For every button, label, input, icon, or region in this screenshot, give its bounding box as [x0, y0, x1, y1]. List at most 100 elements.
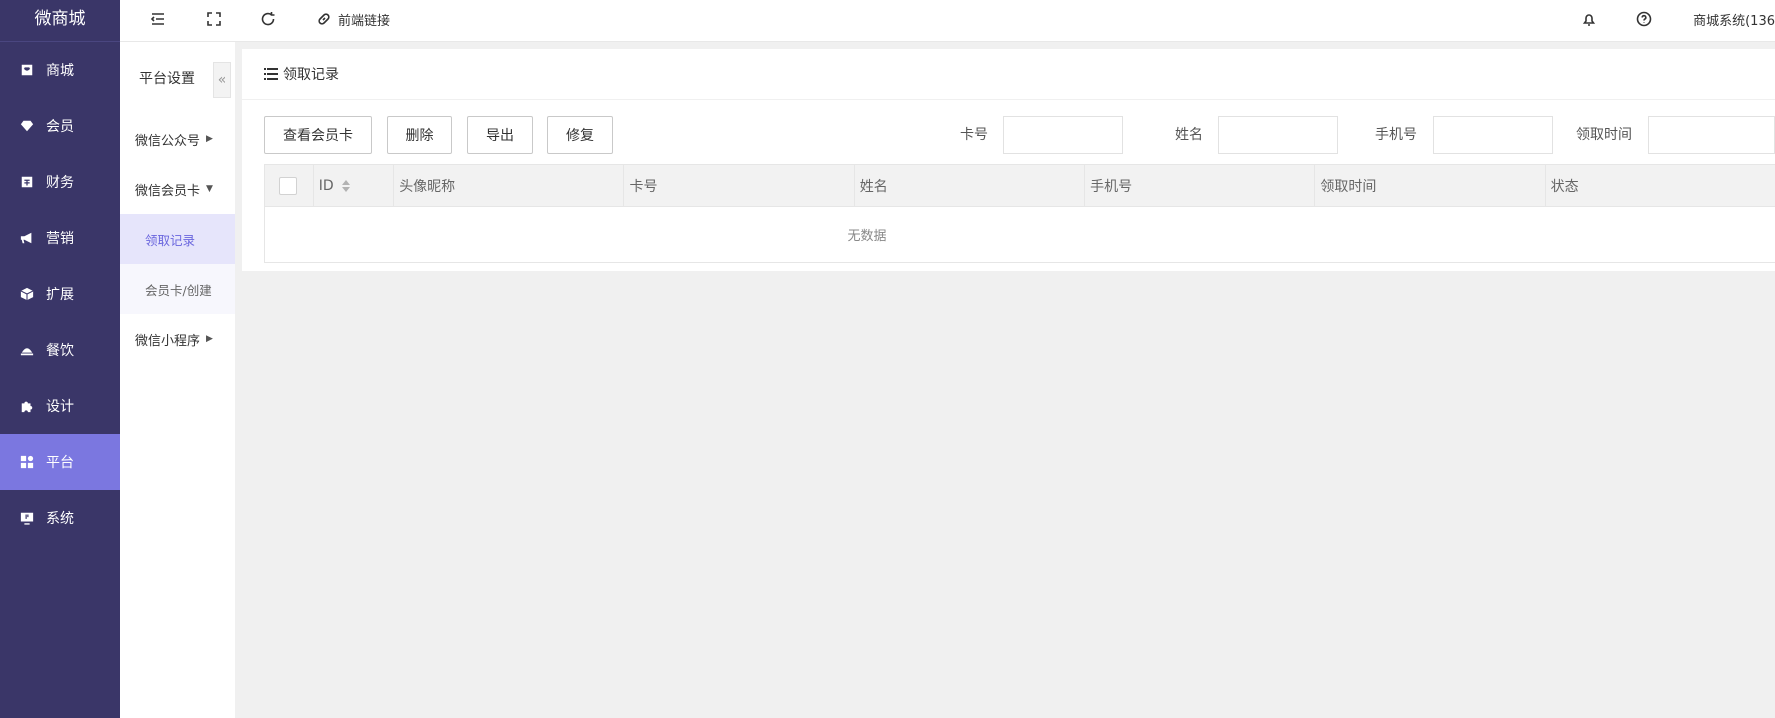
name-label: 姓名: [1175, 127, 1203, 143]
sidebar-item-system[interactable]: 系统: [0, 490, 120, 546]
caret-down-icon: ▼: [206, 184, 213, 194]
grid-apps-icon: [20, 455, 34, 469]
subnav-group-label: 微信公众号: [135, 133, 201, 149]
sidebar-item-label: 餐饮: [46, 343, 74, 359]
help-circle-icon: [1636, 11, 1652, 27]
notification-button[interactable]: [1581, 0, 1597, 38]
sidebar-item-label: 商城: [46, 63, 74, 79]
help-button[interactable]: [1636, 0, 1652, 38]
subnav-item-receive-record[interactable]: 领取记录: [120, 214, 235, 264]
card-no-input[interactable]: [1003, 116, 1123, 154]
subnav-item-label: 会员卡/创建: [145, 282, 212, 298]
cube-icon: [20, 287, 34, 301]
link-icon: [318, 13, 330, 25]
select-all-checkbox[interactable]: [279, 177, 297, 195]
view-card-button[interactable]: 查看会员卡: [264, 116, 372, 154]
column-status: 状态: [1546, 165, 1775, 207]
column-card-no: 卡号: [624, 165, 855, 207]
column-label: 状态: [1550, 179, 1579, 195]
empty-state: 无数据: [265, 207, 1775, 262]
sidebar-item-marketing[interactable]: 营销: [0, 210, 120, 266]
table-header: ID 头像昵称 卡号 姓名 手机号 领取时间 状态: [265, 165, 1775, 207]
sidebar-item-label: 系统: [46, 511, 74, 527]
sidebar-item-catering[interactable]: 餐饮: [0, 322, 120, 378]
subnav-item-card-create[interactable]: 会员卡/创建: [120, 264, 235, 314]
receive-time-label: 领取时间: [1576, 127, 1632, 143]
toolbar: 查看会员卡 删除 导出 修复 卡号 姓名 手机号 领取时间: [242, 100, 1775, 160]
fullscreen-icon: [207, 12, 221, 26]
panel-header: 领取记录: [242, 49, 1775, 100]
repair-button[interactable]: 修复: [547, 116, 613, 154]
main-sidebar: 微商城 商城 会员 财务 营销 扩展 餐饮 设计 平台 系统: [0, 0, 120, 718]
sidebar-item-label: 扩展: [46, 287, 74, 303]
brand-logo: 微商城: [0, 0, 120, 42]
empty-text: 无数据: [847, 229, 887, 244]
sidebar-item-platform[interactable]: 平台: [0, 434, 120, 490]
shop-bag-icon: [20, 63, 34, 77]
user-menu[interactable]: 商城系统(136: [1693, 0, 1775, 38]
sidebar-item-member[interactable]: 会员: [0, 98, 120, 154]
select-all-cell: [265, 165, 314, 207]
sidebar-item-shop[interactable]: 商城: [0, 42, 120, 98]
column-phone: 手机号: [1085, 165, 1316, 207]
monitor-icon: [20, 511, 34, 525]
subnav-item-label: 领取记录: [145, 232, 196, 248]
refresh-button[interactable]: [260, 0, 276, 38]
fullscreen-button[interactable]: [206, 0, 222, 38]
top-header: 前端链接 商城系统(136: [120, 0, 1775, 42]
column-label: ID: [318, 178, 334, 194]
collapse-subnav-button[interactable]: «: [213, 62, 231, 98]
sidebar-item-finance[interactable]: 财务: [0, 154, 120, 210]
sort-icon[interactable]: [341, 180, 350, 192]
phone-input[interactable]: [1433, 116, 1553, 154]
card-no-label: 卡号: [960, 127, 988, 143]
frontend-link-label: 前端链接: [338, 13, 391, 29]
sidebar-item-label: 会员: [46, 119, 74, 135]
sub-sidebar: 平台设置 « 微信公众号 ▶ 微信会员卡 ▼ 领取记录 会员卡/创建 微信小程序…: [120, 42, 235, 718]
content-panel: 领取记录 查看会员卡 删除 导出 修复 卡号 姓名 手机号 领取时间 ID 头像…: [242, 49, 1775, 271]
subnav-title-row: 平台设置 «: [120, 42, 235, 114]
bell-icon: [1582, 14, 1596, 26]
sidebar-item-design[interactable]: 设计: [0, 378, 120, 434]
subnav-group-label: 微信会员卡: [135, 183, 201, 199]
subnav-group-wechat-card[interactable]: 微信会员卡 ▼: [120, 164, 235, 214]
column-label: 姓名: [859, 179, 888, 195]
wallet-icon: [20, 175, 34, 189]
caret-right-icon: ▶: [206, 134, 213, 144]
menu-fold-button[interactable]: [150, 0, 166, 38]
export-button[interactable]: 导出: [467, 116, 533, 154]
sidebar-item-extension[interactable]: 扩展: [0, 266, 120, 322]
column-receive-time: 领取时间: [1315, 165, 1546, 207]
subnav-title: 平台设置: [139, 71, 195, 87]
dish-cover-icon: [20, 343, 34, 357]
receive-time-input[interactable]: [1648, 116, 1775, 154]
name-input[interactable]: [1218, 116, 1338, 154]
subnav-group-mini-program[interactable]: 微信小程序 ▶: [120, 314, 235, 364]
page-title: 领取记录: [283, 67, 339, 83]
subnav-group-label: 微信小程序: [135, 333, 201, 349]
records-table: ID 头像昵称 卡号 姓名 手机号 领取时间 状态 无数据: [264, 164, 1775, 263]
column-avatar-nickname: 头像昵称: [394, 165, 625, 207]
frontend-link-button[interactable]: 前端链接: [316, 0, 390, 38]
column-label: 卡号: [629, 179, 658, 195]
delete-button[interactable]: 删除: [387, 116, 452, 154]
gem-icon: [20, 119, 34, 133]
sidebar-item-label: 财务: [46, 175, 74, 191]
puzzle-icon: [20, 399, 34, 413]
menu-fold-icon: [150, 13, 164, 25]
column-name: 姓名: [855, 165, 1086, 207]
phone-label: 手机号: [1375, 127, 1417, 143]
sidebar-item-label: 营销: [46, 231, 74, 247]
column-label: 领取时间: [1320, 179, 1377, 195]
megaphone-icon: [20, 231, 34, 245]
column-label: 手机号: [1090, 179, 1133, 195]
list-icon: [264, 68, 278, 80]
sidebar-item-label: 平台: [46, 455, 74, 471]
caret-right-icon: ▶: [206, 334, 213, 344]
column-label: 头像昵称: [399, 179, 456, 195]
column-id[interactable]: ID: [314, 165, 395, 207]
double-chevron-left-icon: «: [217, 72, 227, 88]
sidebar-item-label: 设计: [46, 399, 74, 415]
refresh-icon: [261, 12, 275, 26]
subnav-group-wechat-official[interactable]: 微信公众号 ▶: [120, 114, 235, 164]
